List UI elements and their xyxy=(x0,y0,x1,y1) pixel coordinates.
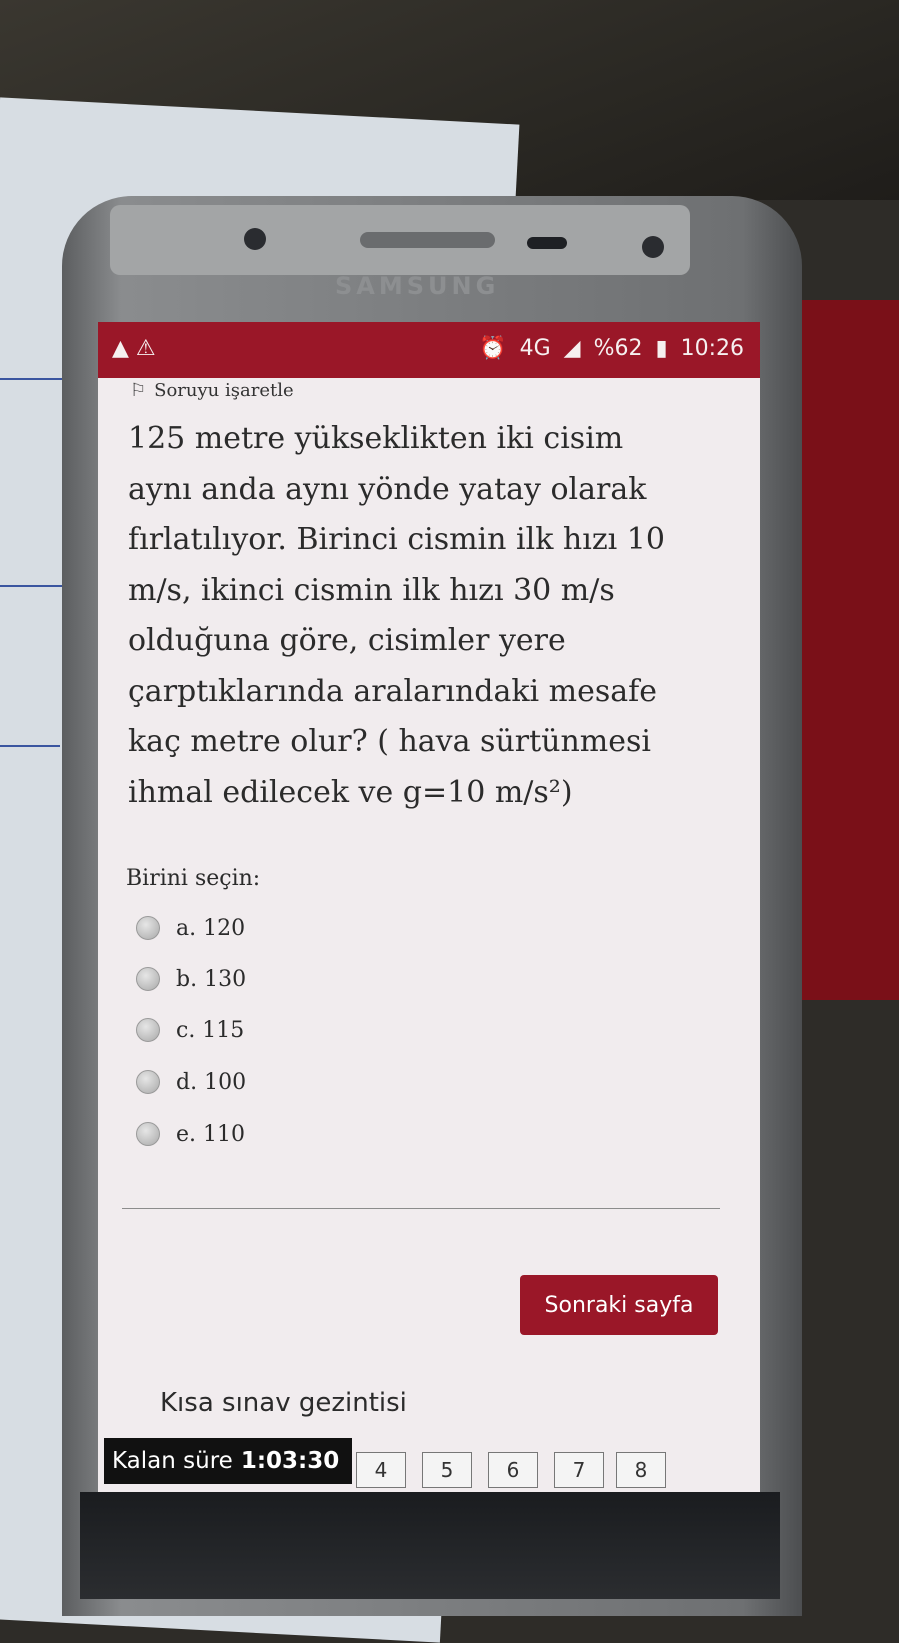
paper-line xyxy=(0,378,70,380)
phone-bottom-bezel xyxy=(80,1492,780,1599)
brand-logo: SAMSUNG xyxy=(335,272,500,300)
paper-line xyxy=(0,745,60,747)
question-line: kaç metre olur? ( hava sürtünmesi xyxy=(128,724,651,759)
battery-icon: ▮ xyxy=(655,336,668,361)
question-line: aynı anda aynı yönde yatay olarak xyxy=(128,471,647,507)
quiz-page-button[interactable]: 4 xyxy=(356,1452,406,1488)
option-label: a. 120 xyxy=(176,915,246,941)
timer-label: Kalan süre xyxy=(112,1448,233,1474)
answer-option-a[interactable]: a. 120 xyxy=(136,908,245,948)
question-line: ihmal edilecek ve g=10 m/s²) xyxy=(128,774,573,810)
answer-option-d[interactable]: d. 100 xyxy=(136,1062,246,1102)
clock: 10:26 xyxy=(680,336,744,361)
timer-value: 1:03:30 xyxy=(240,1448,340,1474)
status-left-icons: ▲ ⚠ xyxy=(112,336,156,361)
radio-button[interactable] xyxy=(136,967,160,991)
question-line: 125 metre yükseklikten iki cisim xyxy=(128,421,624,456)
front-camera-icon xyxy=(642,236,664,258)
radio-button[interactable] xyxy=(136,1122,160,1146)
quiz-page-button[interactable]: 8 xyxy=(616,1452,666,1488)
quiz-page-button[interactable]: 5 xyxy=(422,1452,472,1488)
question-line: olduğuna göre, cisimler yere xyxy=(128,623,566,658)
question-line: m/s, ikinci cismin ilk hızı 30 m/s xyxy=(128,572,615,608)
question-line: fırlatılıyor. Birinci cismin ilk hızı 10 xyxy=(128,522,665,557)
flag-icon: ⚐ xyxy=(130,380,147,401)
proximity-sensor xyxy=(527,237,567,249)
question-line: çarptıklarında aralarındaki mesafe xyxy=(128,673,658,709)
earpiece-speaker xyxy=(360,232,495,248)
option-label: e. 110 xyxy=(176,1121,245,1147)
next-page-button[interactable]: Sonraki sayfa xyxy=(520,1275,718,1335)
quiz-page-button[interactable]: 7 xyxy=(554,1452,604,1488)
phone-screen: ▲ ⚠ ⏰ 4G ◢ %62 ▮ 10:26 ⚐ Soruyu işaretle … xyxy=(98,322,760,1492)
radio-button[interactable] xyxy=(136,916,160,940)
option-label: c. 115 xyxy=(176,1017,245,1043)
flag-question-label: Soruyu işaretle xyxy=(154,380,294,401)
radio-button[interactable] xyxy=(136,1018,160,1042)
status-bar: ▲ ⚠ ⏰ 4G ◢ %62 ▮ 10:26 xyxy=(98,322,760,378)
divider xyxy=(122,1208,720,1209)
warning-icon: ⚠ xyxy=(135,336,156,361)
status-right: ⏰ 4G ◢ %62 ▮ 10:26 xyxy=(473,336,744,361)
radio-button[interactable] xyxy=(136,1070,160,1094)
paper-line xyxy=(0,585,70,587)
answer-option-c[interactable]: c. 115 xyxy=(136,1010,244,1050)
answer-option-e[interactable]: e. 110 xyxy=(136,1114,245,1154)
option-label: b. 130 xyxy=(176,966,247,992)
choose-prompt: Birini seçin: xyxy=(126,866,261,891)
network-type: 4G xyxy=(519,336,551,361)
answer-option-b[interactable]: b. 130 xyxy=(136,959,246,999)
quiz-page-button[interactable]: 6 xyxy=(488,1452,538,1488)
front-camera-icon xyxy=(244,228,266,250)
flag-question-link[interactable]: ⚐ Soruyu işaretle xyxy=(130,380,294,401)
option-label: d. 100 xyxy=(176,1069,247,1095)
quiz-navigation-title: Kısa sınav gezintisi xyxy=(160,1388,407,1418)
question-text: 125 metre yükseklikten iki cisim aynı an… xyxy=(128,414,728,818)
time-remaining: Kalan süre 1:03:30 xyxy=(104,1438,352,1484)
signal-icon: ◢ xyxy=(563,336,581,361)
battery-percent: %62 xyxy=(593,336,643,361)
bag-icon: ▲ xyxy=(112,336,129,361)
alarm-icon: ⏰ xyxy=(479,336,507,361)
